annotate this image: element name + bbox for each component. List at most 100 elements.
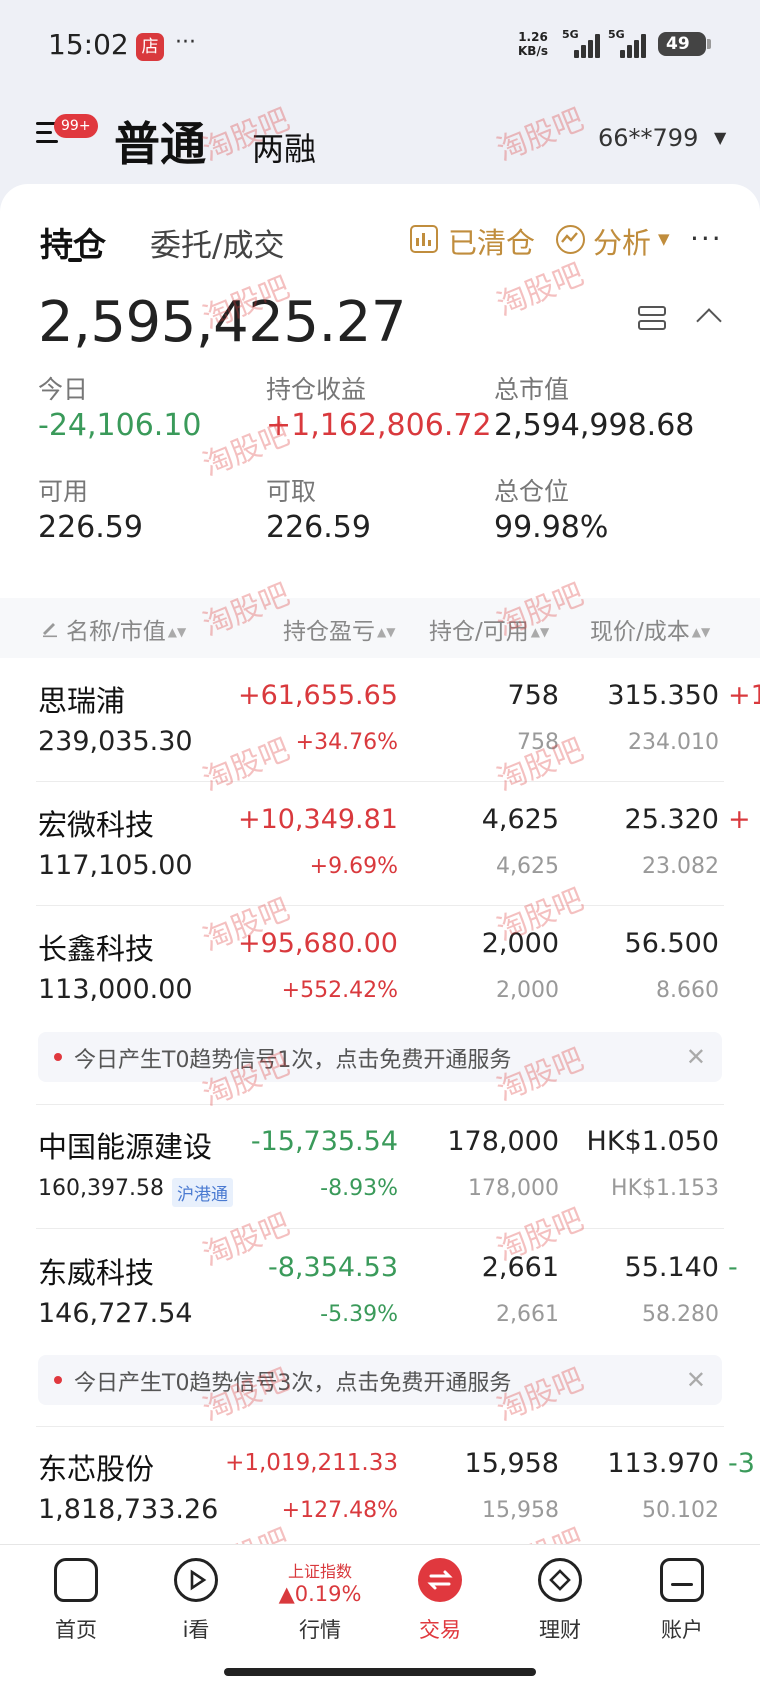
signal-dot-icon bbox=[54, 1376, 62, 1384]
stock-pl-pct: +127.48% bbox=[281, 1498, 398, 1523]
store-badge-icon: 店 bbox=[136, 33, 164, 61]
stock-cost: 234.010 bbox=[628, 730, 719, 755]
cleared-positions-button[interactable]: 已清仓 bbox=[448, 220, 535, 262]
account-wallet-icon bbox=[660, 1558, 704, 1602]
account-tab-normal[interactable]: 普通 bbox=[114, 108, 206, 174]
stock-pl-pct: -5.39% bbox=[320, 1302, 398, 1327]
nav-account[interactable]: 账户 bbox=[622, 1558, 742, 1644]
market-value-label: 总市值 bbox=[494, 375, 570, 404]
col-price-header[interactable]: 现价/成本 ▲▼ bbox=[590, 612, 710, 646]
stock-pl-pct: +552.42% bbox=[281, 978, 398, 1003]
stock-name: 长鑫科技 bbox=[38, 932, 155, 966]
tab-orders[interactable]: 委托/成交 bbox=[150, 220, 284, 265]
stock-available: 15,958 bbox=[482, 1498, 559, 1523]
stock-price: 113.970 bbox=[607, 1448, 719, 1479]
bar-chart-icon[interactable] bbox=[410, 225, 438, 253]
stock-qty: 2,661 bbox=[481, 1252, 559, 1283]
chevron-down-icon[interactable]: ▼ bbox=[714, 128, 726, 147]
stock-available: 178,000 bbox=[468, 1176, 559, 1201]
battery-icon: 49 bbox=[658, 32, 711, 56]
network-speed: 1.26 KB/s bbox=[518, 30, 548, 58]
nav-wealth-label: 理财 bbox=[539, 1618, 581, 1642]
stock-change-cut: - bbox=[728, 1252, 738, 1283]
stock-pl: +61,655.65 bbox=[237, 680, 398, 711]
stock-pl-pct: -8.93% bbox=[320, 1176, 398, 1201]
today-pl-label: 今日 bbox=[38, 375, 89, 404]
today-pl-value: -24,106.10 bbox=[38, 408, 202, 443]
stock-price: 315.350 bbox=[607, 680, 719, 711]
total-position-value: 99.98% bbox=[494, 510, 609, 545]
stock-market-value: 160,397.58 bbox=[38, 1176, 164, 1201]
stock-name: 东威科技 bbox=[38, 1256, 155, 1290]
layout-toggle-icon[interactable] bbox=[638, 306, 666, 332]
account-selector[interactable]: 66**799 bbox=[598, 124, 698, 152]
status-time: 15:02 bbox=[48, 28, 129, 61]
col-pl-header[interactable]: 持仓盈亏 ▲▼ bbox=[283, 612, 395, 646]
stock-price: 56.500 bbox=[624, 928, 719, 959]
stock-cost: HK$1.153 bbox=[611, 1176, 719, 1201]
stock-name: 宏微科技 bbox=[38, 808, 155, 842]
close-icon[interactable]: ✕ bbox=[686, 1043, 706, 1071]
stock-qty: 15,958 bbox=[464, 1448, 559, 1479]
stock-cost: 8.660 bbox=[656, 978, 719, 1003]
stock-price: HK$1.050 bbox=[586, 1126, 719, 1157]
stock-pl: +95,680.00 bbox=[237, 928, 398, 959]
nav-market-label: 行情 bbox=[299, 1618, 341, 1642]
watermark: 淘股吧 bbox=[492, 102, 589, 169]
stock-name: 中国能源建设 bbox=[38, 1130, 213, 1164]
stock-qty: 758 bbox=[507, 680, 559, 711]
notification-badge: 99+ bbox=[54, 114, 98, 138]
stock-change-cut: + bbox=[728, 804, 751, 835]
signal-text: 今日产生T0趋势信号1次，点击免费开通服务 bbox=[74, 1048, 512, 1073]
stock-available: 2,661 bbox=[496, 1302, 559, 1327]
stock-market-value: 113,000.00 bbox=[38, 974, 193, 1005]
row-divider bbox=[36, 781, 724, 782]
stock-name: 东芯股份 bbox=[38, 1452, 155, 1486]
stock-pl-pct: +34.76% bbox=[295, 730, 398, 755]
nav-watch[interactable]: i看 bbox=[136, 1558, 256, 1644]
account-tab-margin[interactable]: 两融 bbox=[252, 124, 316, 170]
market-value: 2,594,998.68 bbox=[494, 408, 695, 443]
stock-change-cut: +1 bbox=[728, 680, 760, 711]
stock-cost: 50.102 bbox=[642, 1498, 719, 1523]
stock-market-value: 239,035.30 bbox=[38, 726, 193, 757]
col-qty-header[interactable]: 持仓/可用 ▲▼ bbox=[429, 612, 549, 646]
analysis-button[interactable]: 分析 bbox=[593, 220, 651, 262]
nav-trade[interactable]: 交易 bbox=[380, 1558, 500, 1644]
home-indicator[interactable] bbox=[224, 1668, 536, 1676]
nav-account-label: 账户 bbox=[661, 1618, 703, 1642]
stock-market-value: 117,105.00 bbox=[38, 850, 193, 881]
trade-exchange-icon bbox=[418, 1558, 462, 1602]
nav-market[interactable]: 行情 bbox=[260, 1558, 380, 1644]
t0-signal-banner[interactable]: 今日产生T0趋势信号1次，点击免费开通服务 ✕ bbox=[38, 1032, 722, 1082]
nav-wealth[interactable]: 理财 bbox=[500, 1558, 620, 1644]
position-pl-value: +1,162,806.72 bbox=[266, 408, 492, 443]
nav-home[interactable]: 首页 bbox=[16, 1558, 136, 1644]
wealth-diamond-icon bbox=[538, 1558, 582, 1602]
stock-qty: 2,000 bbox=[481, 928, 559, 959]
stock-connect-tag: 沪港通 bbox=[172, 1178, 233, 1207]
stock-available: 758 bbox=[517, 730, 559, 755]
stock-change-cut: -3 bbox=[728, 1448, 755, 1479]
analysis-icon[interactable] bbox=[556, 225, 585, 254]
stock-price: 25.320 bbox=[624, 804, 719, 835]
edit-icon[interactable] bbox=[40, 618, 60, 638]
caret-down-icon[interactable]: ▼ bbox=[658, 230, 670, 248]
close-icon[interactable]: ✕ bbox=[686, 1366, 706, 1394]
stock-market-value: 146,727.54 bbox=[38, 1298, 193, 1329]
available-label: 可用 bbox=[38, 477, 89, 506]
stock-available: 2,000 bbox=[496, 978, 559, 1003]
t0-signal-banner[interactable]: 今日产生T0趋势信号3次，点击免费开通服务 ✕ bbox=[38, 1355, 722, 1405]
stock-price: 55.140 bbox=[624, 1252, 719, 1283]
cellular-signal-icon: 5G bbox=[562, 28, 606, 58]
withdrawable-value: 226.59 bbox=[266, 510, 371, 545]
total-position-label: 总仓位 bbox=[494, 477, 570, 506]
position-pl-label: 持仓收益 bbox=[266, 375, 367, 404]
more-options-icon[interactable]: ··· bbox=[690, 222, 723, 255]
withdrawable-label: 可取 bbox=[266, 477, 317, 506]
total-assets: 2,595,425.27 bbox=[38, 290, 407, 355]
stock-pl: +10,349.81 bbox=[237, 804, 398, 835]
col-name-header[interactable]: 名称/市值 ▲▼ bbox=[66, 612, 186, 646]
cellular-signal-2-icon: 5G bbox=[608, 28, 652, 58]
stock-qty: 4,625 bbox=[481, 804, 559, 835]
